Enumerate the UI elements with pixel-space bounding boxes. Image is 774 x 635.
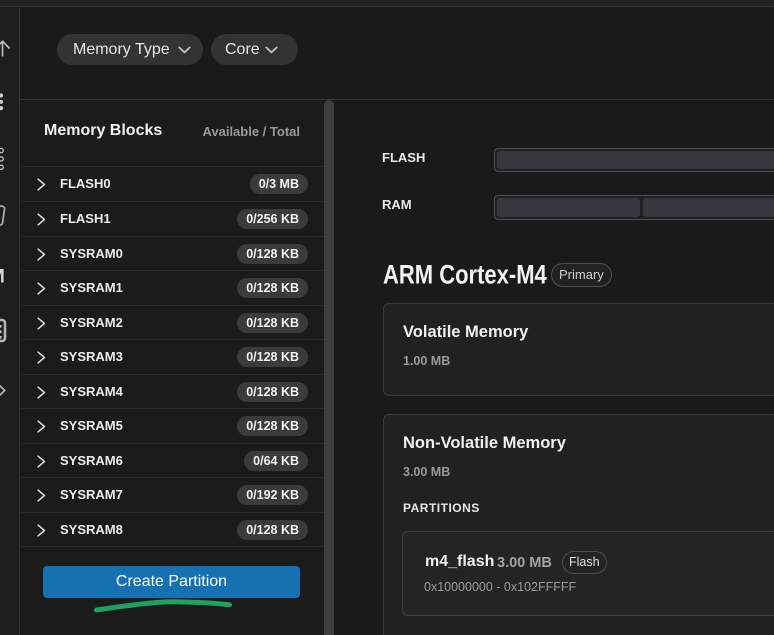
svg-text:M: M [0, 267, 5, 288]
